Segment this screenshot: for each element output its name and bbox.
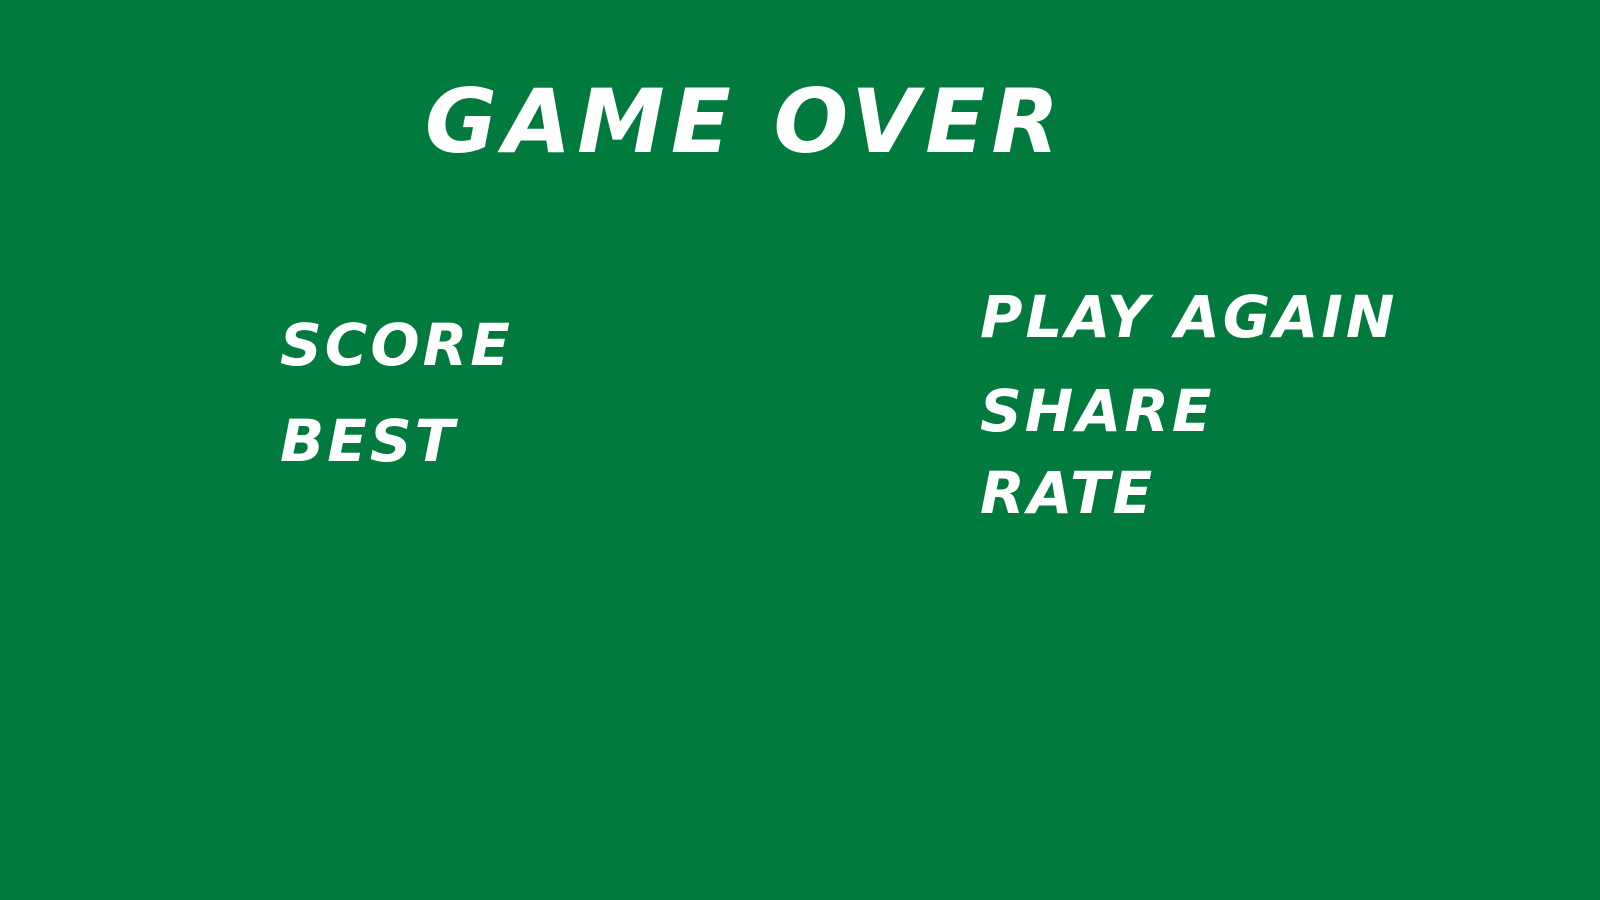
game-over-title: GAME OVER bbox=[424, 70, 1066, 173]
share-button[interactable]: SHARE bbox=[980, 364, 1397, 458]
game-over-menu: PLAY AGAIN SHARE RATE bbox=[980, 270, 1397, 528]
game-over-screen: GAME OVER SCORE BEST PLAY AGAIN SHARE RA… bbox=[0, 0, 1600, 900]
rate-button[interactable]: RATE bbox=[980, 458, 1397, 528]
best-label: BEST bbox=[280, 407, 458, 475]
play-again-button[interactable]: PLAY AGAIN bbox=[980, 270, 1397, 364]
score-label: SCORE bbox=[280, 311, 513, 379]
